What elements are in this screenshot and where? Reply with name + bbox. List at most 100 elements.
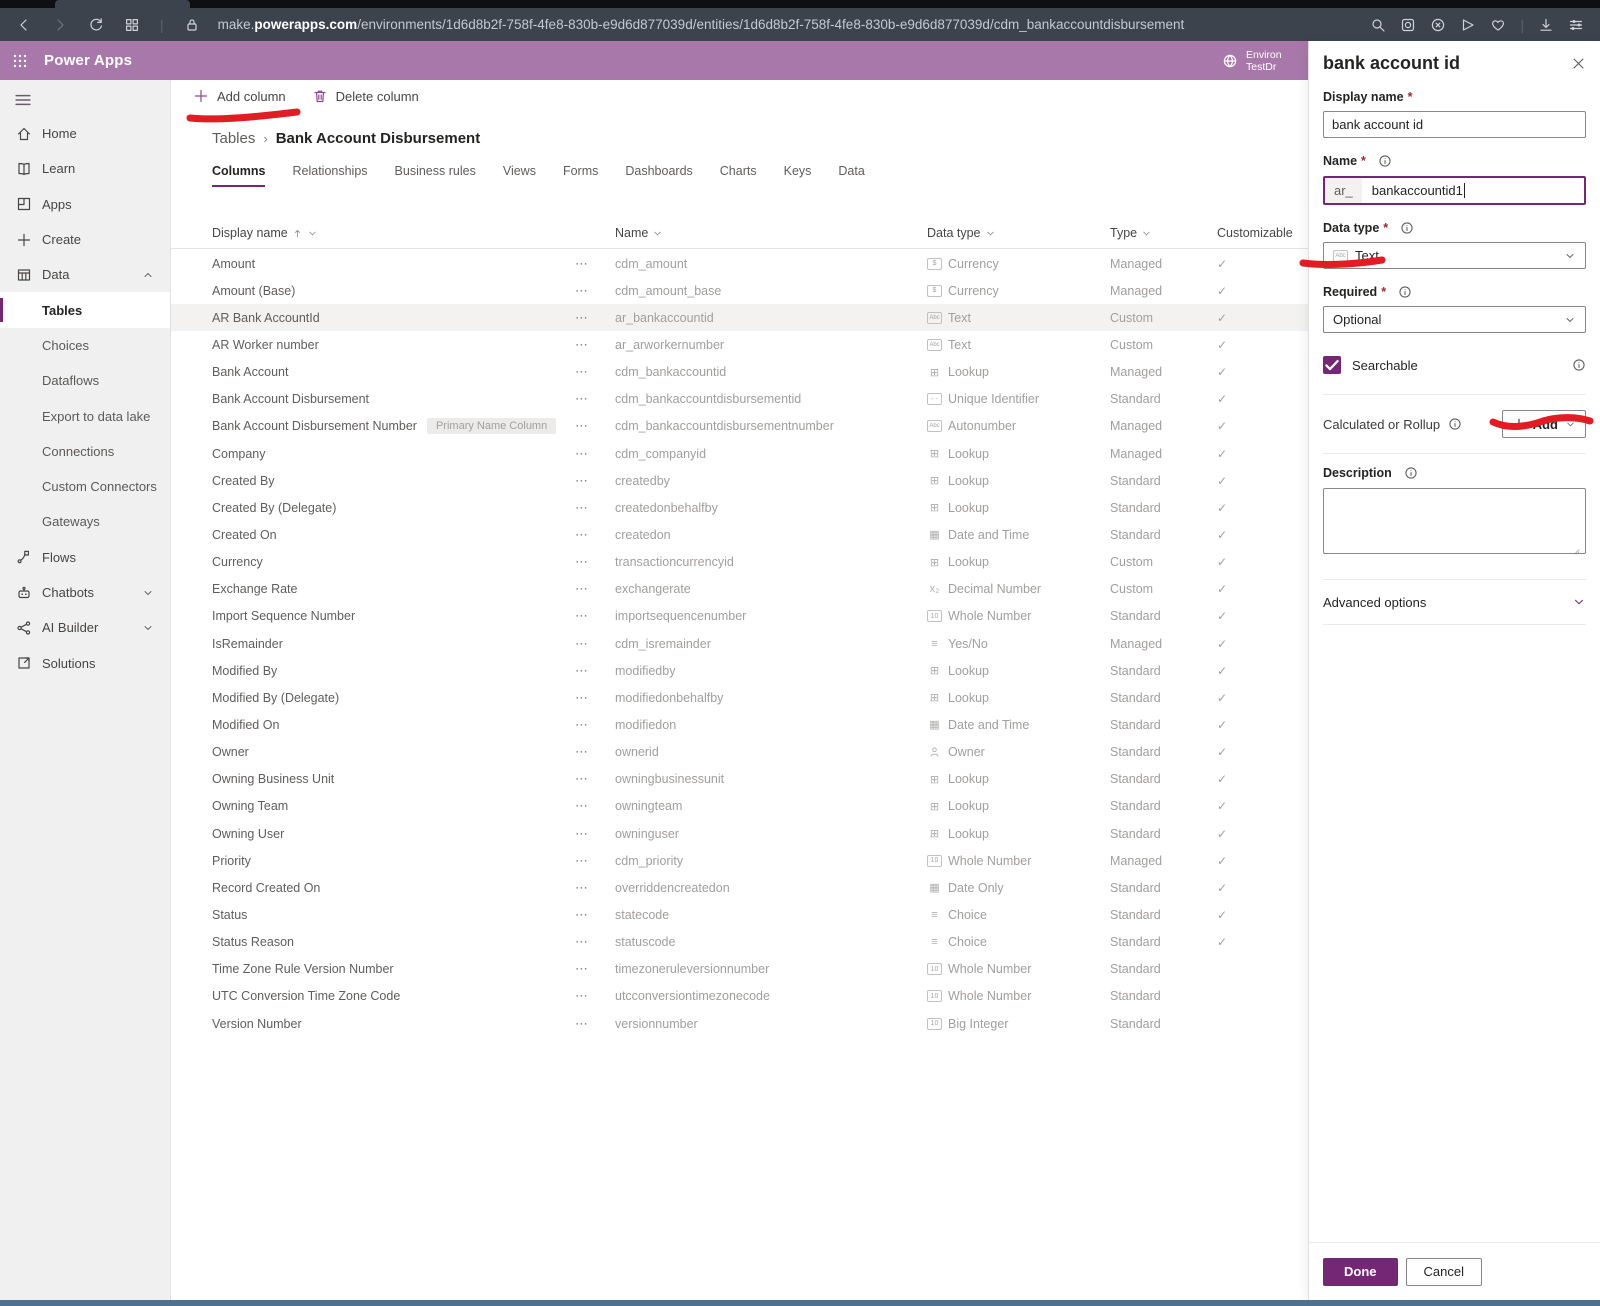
table-row[interactable]: IsRemainder ⋯ cdm_isremainder ≡ Yes/No Manage… [171,630,1308,657]
table-row[interactable]: Amount (Base) ⋯ cdm_amount_base $ Currency Ma… [171,277,1308,304]
row-more-options-icon[interactable]: ⋯ [575,690,615,706]
table-row[interactable]: Created By (Delegate) ⋯ createdonbehalfby ⊞… [171,494,1308,521]
sidebar-item-dataflows[interactable]: Dataflows [0,363,170,398]
row-more-options-icon[interactable]: ⋯ [575,880,615,896]
waffle-menu-icon[interactable] [12,53,28,69]
row-more-options-icon[interactable]: ⋯ [575,771,615,787]
table-row[interactable]: Owning Team ⋯ owningteam ⊞ Lookup Standard ✓ [171,793,1308,820]
table-row[interactable]: Version Number ⋯ versionnumber 10 Big Intege… [171,1010,1308,1037]
tab-business-rules[interactable]: Business rules [395,164,476,187]
row-more-options-icon[interactable]: ⋯ [575,337,615,353]
add-column-button[interactable]: Add column [193,88,286,104]
app-title[interactable]: Power Apps [44,52,132,69]
row-more-options-icon[interactable]: ⋯ [575,663,615,679]
sidebar-item-connections[interactable]: Connections [0,434,170,469]
tab-relationships[interactable]: Relationships [292,164,367,187]
row-more-options-icon[interactable]: ⋯ [575,988,615,1004]
hamburger-menu-icon[interactable] [13,90,33,110]
sidebar-item-chatbots[interactable]: Chatbots [0,575,170,610]
table-row[interactable]: Owning User ⋯ owninguser ⊞ Lookup Standard ✓ [171,820,1308,847]
browser-tab[interactable] [55,0,190,8]
tab-dashboards[interactable]: Dashboards [625,164,692,187]
table-row[interactable]: Time Zone Rule Version Number ⋯ timezoneru… [171,956,1308,983]
tab-columns[interactable]: Columns [212,164,266,187]
tab-views[interactable]: Views [503,164,536,187]
advanced-options-toggle[interactable]: Advanced options [1323,580,1586,624]
sidebar-item-apps[interactable]: Apps [0,187,170,222]
sidebar-item-export-to-data-lake[interactable]: Export to data lake [0,398,170,433]
sidebar-item-flows[interactable]: Flows [0,540,170,575]
table-row[interactable]: AR Bank AccountId ⋯ ar_bankaccountid Abc Tex… [171,304,1308,332]
row-more-options-icon[interactable]: ⋯ [575,391,615,407]
row-more-options-icon[interactable]: ⋯ [575,364,615,380]
name-field[interactable]: ar_ bankaccountid1 [1323,176,1586,205]
row-more-options-icon[interactable]: ⋯ [575,717,615,733]
table-row[interactable]: Modified By (Delegate) ⋯ modifiedonbehalfb… [171,684,1308,711]
row-more-options-icon[interactable]: ⋯ [575,554,615,570]
info-icon[interactable] [1448,417,1462,431]
blocker-icon[interactable] [1430,17,1446,33]
sidebar-item-learn[interactable]: Learn [0,151,170,186]
send-icon[interactable] [1460,17,1476,33]
info-icon[interactable] [1572,358,1586,372]
row-more-options-icon[interactable]: ⋯ [575,826,615,842]
row-more-options-icon[interactable]: ⋯ [575,310,615,326]
row-more-options-icon[interactable]: ⋯ [575,744,615,760]
info-icon[interactable] [1404,466,1418,480]
row-more-options-icon[interactable]: ⋯ [575,961,615,977]
favorites-heart-icon[interactable] [1490,17,1506,33]
table-row[interactable]: Status ⋯ statecode ≡ Choice Standard ✓ [171,901,1308,928]
environment-picker[interactable]: Environ TestDr [1222,41,1308,80]
table-row[interactable]: Created On ⋯ createdon ▦ Date and Time Standa… [171,521,1308,548]
add-calculated-button[interactable]: Add [1501,410,1586,438]
table-row[interactable]: Exchange Rate ⋯ exchangerate x₂ Decimal Numb… [171,576,1308,603]
table-row[interactable]: Modified On ⋯ modifiedon ▦ Date and Time Stan… [171,711,1308,738]
row-more-options-icon[interactable]: ⋯ [575,500,615,516]
tab-forms[interactable]: Forms [563,164,598,187]
sidebar-item-ai-builder[interactable]: AI Builder [0,610,170,645]
sidebar-item-solutions[interactable]: Solutions [0,645,170,680]
column-header-customizable[interactable]: Customizable [1217,226,1308,240]
searchable-checkbox[interactable] [1323,356,1341,374]
address-bar[interactable]: make.powerapps.com/environments/1d6d8b2f… [218,17,1185,32]
row-more-options-icon[interactable]: ⋯ [575,853,615,869]
sidebar-item-create[interactable]: Create [0,222,170,257]
refresh-icon[interactable] [88,17,104,33]
row-more-options-icon[interactable]: ⋯ [575,527,615,543]
row-more-options-icon[interactable]: ⋯ [575,581,615,597]
info-icon[interactable] [1378,154,1392,168]
row-more-options-icon[interactable]: ⋯ [575,473,615,489]
table-row[interactable]: Amount ⋯ cdm_amount $ Currency Managed ✓ [171,250,1308,277]
column-header-type[interactable]: Type [1110,226,1217,240]
extensions-grid-icon[interactable] [124,17,140,33]
tab-charts[interactable]: Charts [720,164,757,187]
table-row[interactable]: Record Created On ⋯ overriddencreatedon ▦ Da… [171,874,1308,901]
data-type-dropdown[interactable]: Abc Text [1323,242,1586,269]
search-icon[interactable] [1370,17,1386,33]
forward-icon[interactable] [52,17,68,33]
column-header-data-type[interactable]: Data type [927,226,1110,240]
sidebar-item-choices[interactable]: Choices [0,328,170,363]
screenshot-icon[interactable] [1400,17,1416,33]
table-row[interactable]: Currency ⋯ transactioncurrencyid ⊞ Lookup Cus… [171,549,1308,576]
table-row[interactable]: Bank Account Disbursement ⋯ cdm_bankaccoun… [171,386,1308,413]
row-more-options-icon[interactable]: ⋯ [575,418,615,434]
row-more-options-icon[interactable]: ⋯ [575,446,615,462]
column-header-display-name[interactable]: Display name [212,226,615,240]
sidebar-item-tables[interactable]: Tables [0,292,170,328]
required-dropdown[interactable]: Optional [1323,306,1586,333]
table-row[interactable]: Priority ⋯ cdm_priority 10 Whole Number Manag… [171,847,1308,874]
sidebar-item-custom-connectors[interactable]: Custom Connectors [0,469,170,504]
sidebar-item-gateways[interactable]: Gateways [0,504,170,539]
row-more-options-icon[interactable]: ⋯ [575,256,615,272]
table-row[interactable]: Import Sequence Number ⋯ importsequencenum… [171,603,1308,630]
display-name-field[interactable] [1323,111,1586,138]
row-more-options-icon[interactable]: ⋯ [575,934,615,950]
table-row[interactable]: Company ⋯ cdm_companyid ⊞ Lookup Managed ✓ [171,440,1308,467]
resize-grip-icon[interactable] [1574,545,1583,555]
row-more-options-icon[interactable]: ⋯ [575,1016,615,1032]
row-more-options-icon[interactable]: ⋯ [575,636,615,652]
table-row[interactable]: Created By ⋯ createdby ⊞ Lookup Standard ✓ [171,467,1308,494]
row-more-options-icon[interactable]: ⋯ [575,283,615,299]
column-header-name[interactable]: Name [615,226,927,240]
